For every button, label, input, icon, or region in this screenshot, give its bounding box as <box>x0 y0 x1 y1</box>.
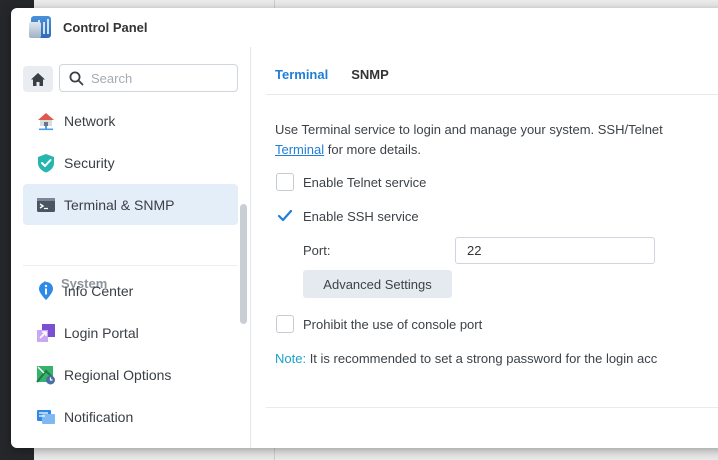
port-label: Port: <box>303 243 331 258</box>
control-panel-window: Control Panel Search Network Security Te… <box>11 8 718 448</box>
login-portal-icon <box>36 323 56 343</box>
title-bar[interactable]: Control Panel <box>11 8 718 47</box>
ssh-label: Enable SSH service <box>303 208 419 224</box>
description-tail: for more details. <box>324 142 421 157</box>
telnet-option[interactable]: Enable Telnet service <box>276 173 426 191</box>
sidebar-item-info-center[interactable]: Info Center <box>23 271 238 311</box>
sidebar-item-regional-options[interactable]: Regional Options <box>23 355 238 395</box>
ssh-checkbox[interactable] <box>276 207 294 225</box>
advanced-settings-button[interactable]: Advanced Settings <box>303 270 452 298</box>
regional-options-icon <box>36 365 56 385</box>
telnet-checkbox[interactable] <box>276 173 294 191</box>
console-port-option[interactable]: Prohibit the use of console port <box>276 315 482 333</box>
info-icon <box>36 281 56 301</box>
console-port-checkbox[interactable] <box>276 315 294 333</box>
network-icon <box>36 111 56 131</box>
sidebar-item-label: Network <box>64 113 116 129</box>
terminal-description: Use Terminal service to login and manage… <box>275 120 718 160</box>
terminal-help-link[interactable]: Terminal <box>275 142 324 157</box>
window-title: Control Panel <box>63 20 148 35</box>
port-input[interactable] <box>455 237 655 264</box>
search-input[interactable] <box>91 70 231 86</box>
checkmark-icon <box>277 209 293 222</box>
terminal-icon <box>36 195 56 215</box>
sidebar-item-label: Info Center <box>64 283 134 299</box>
sidebar-item-label: Notification <box>64 409 134 425</box>
sidebar-scrollbar[interactable] <box>240 204 247 324</box>
sidebar-item-label: Regional Options <box>64 367 172 383</box>
note-text: It is recommended to set a strong passwo… <box>306 351 658 366</box>
home-button[interactable] <box>23 66 53 92</box>
main-content: Terminal SNMP Use Terminal service to lo… <box>252 47 718 448</box>
notification-icon <box>36 407 56 427</box>
tab-divider <box>266 94 718 95</box>
sidebar-divider <box>23 265 238 266</box>
background-window-bottom <box>34 448 718 460</box>
sidebar: Network Security Terminal & SNMP <box>11 47 251 448</box>
ssh-option[interactable]: Enable SSH service <box>276 207 419 225</box>
console-port-label: Prohibit the use of console port <box>303 316 483 332</box>
telnet-label: Enable Telnet service <box>303 174 427 190</box>
sidebar-item-label: Login Portal <box>64 325 139 341</box>
sidebar-item-label: Security <box>64 155 115 171</box>
security-note: Note: It is recommended to set a strong … <box>275 351 657 366</box>
sidebar-item-terminal-snmp[interactable]: Terminal & SNMP <box>23 184 238 225</box>
sidebar-item-label: Terminal & SNMP <box>64 196 175 213</box>
tab-bar: Terminal SNMP <box>275 67 389 82</box>
search-icon <box>69 71 84 85</box>
background-window-divider-bottom <box>274 448 275 460</box>
background-window-top <box>34 0 718 8</box>
search-box[interactable] <box>59 64 238 92</box>
home-icon <box>31 72 45 86</box>
tab-terminal[interactable]: Terminal <box>275 67 328 82</box>
background-window-divider <box>274 0 275 8</box>
tab-snmp[interactable]: SNMP <box>351 67 389 82</box>
sidebar-item-network[interactable]: Network <box>23 101 238 141</box>
sidebar-item-login-portal[interactable]: Login Portal <box>23 313 238 353</box>
footer-divider <box>266 407 718 408</box>
sidebar-item-notification[interactable]: Notification <box>23 397 238 437</box>
shield-icon <box>36 153 56 173</box>
description-text: Use Terminal service to login and manage… <box>275 122 663 137</box>
sidebar-item-security[interactable]: Security <box>23 143 238 183</box>
note-label: Note: <box>275 351 307 366</box>
control-panel-app-icon <box>29 15 53 40</box>
